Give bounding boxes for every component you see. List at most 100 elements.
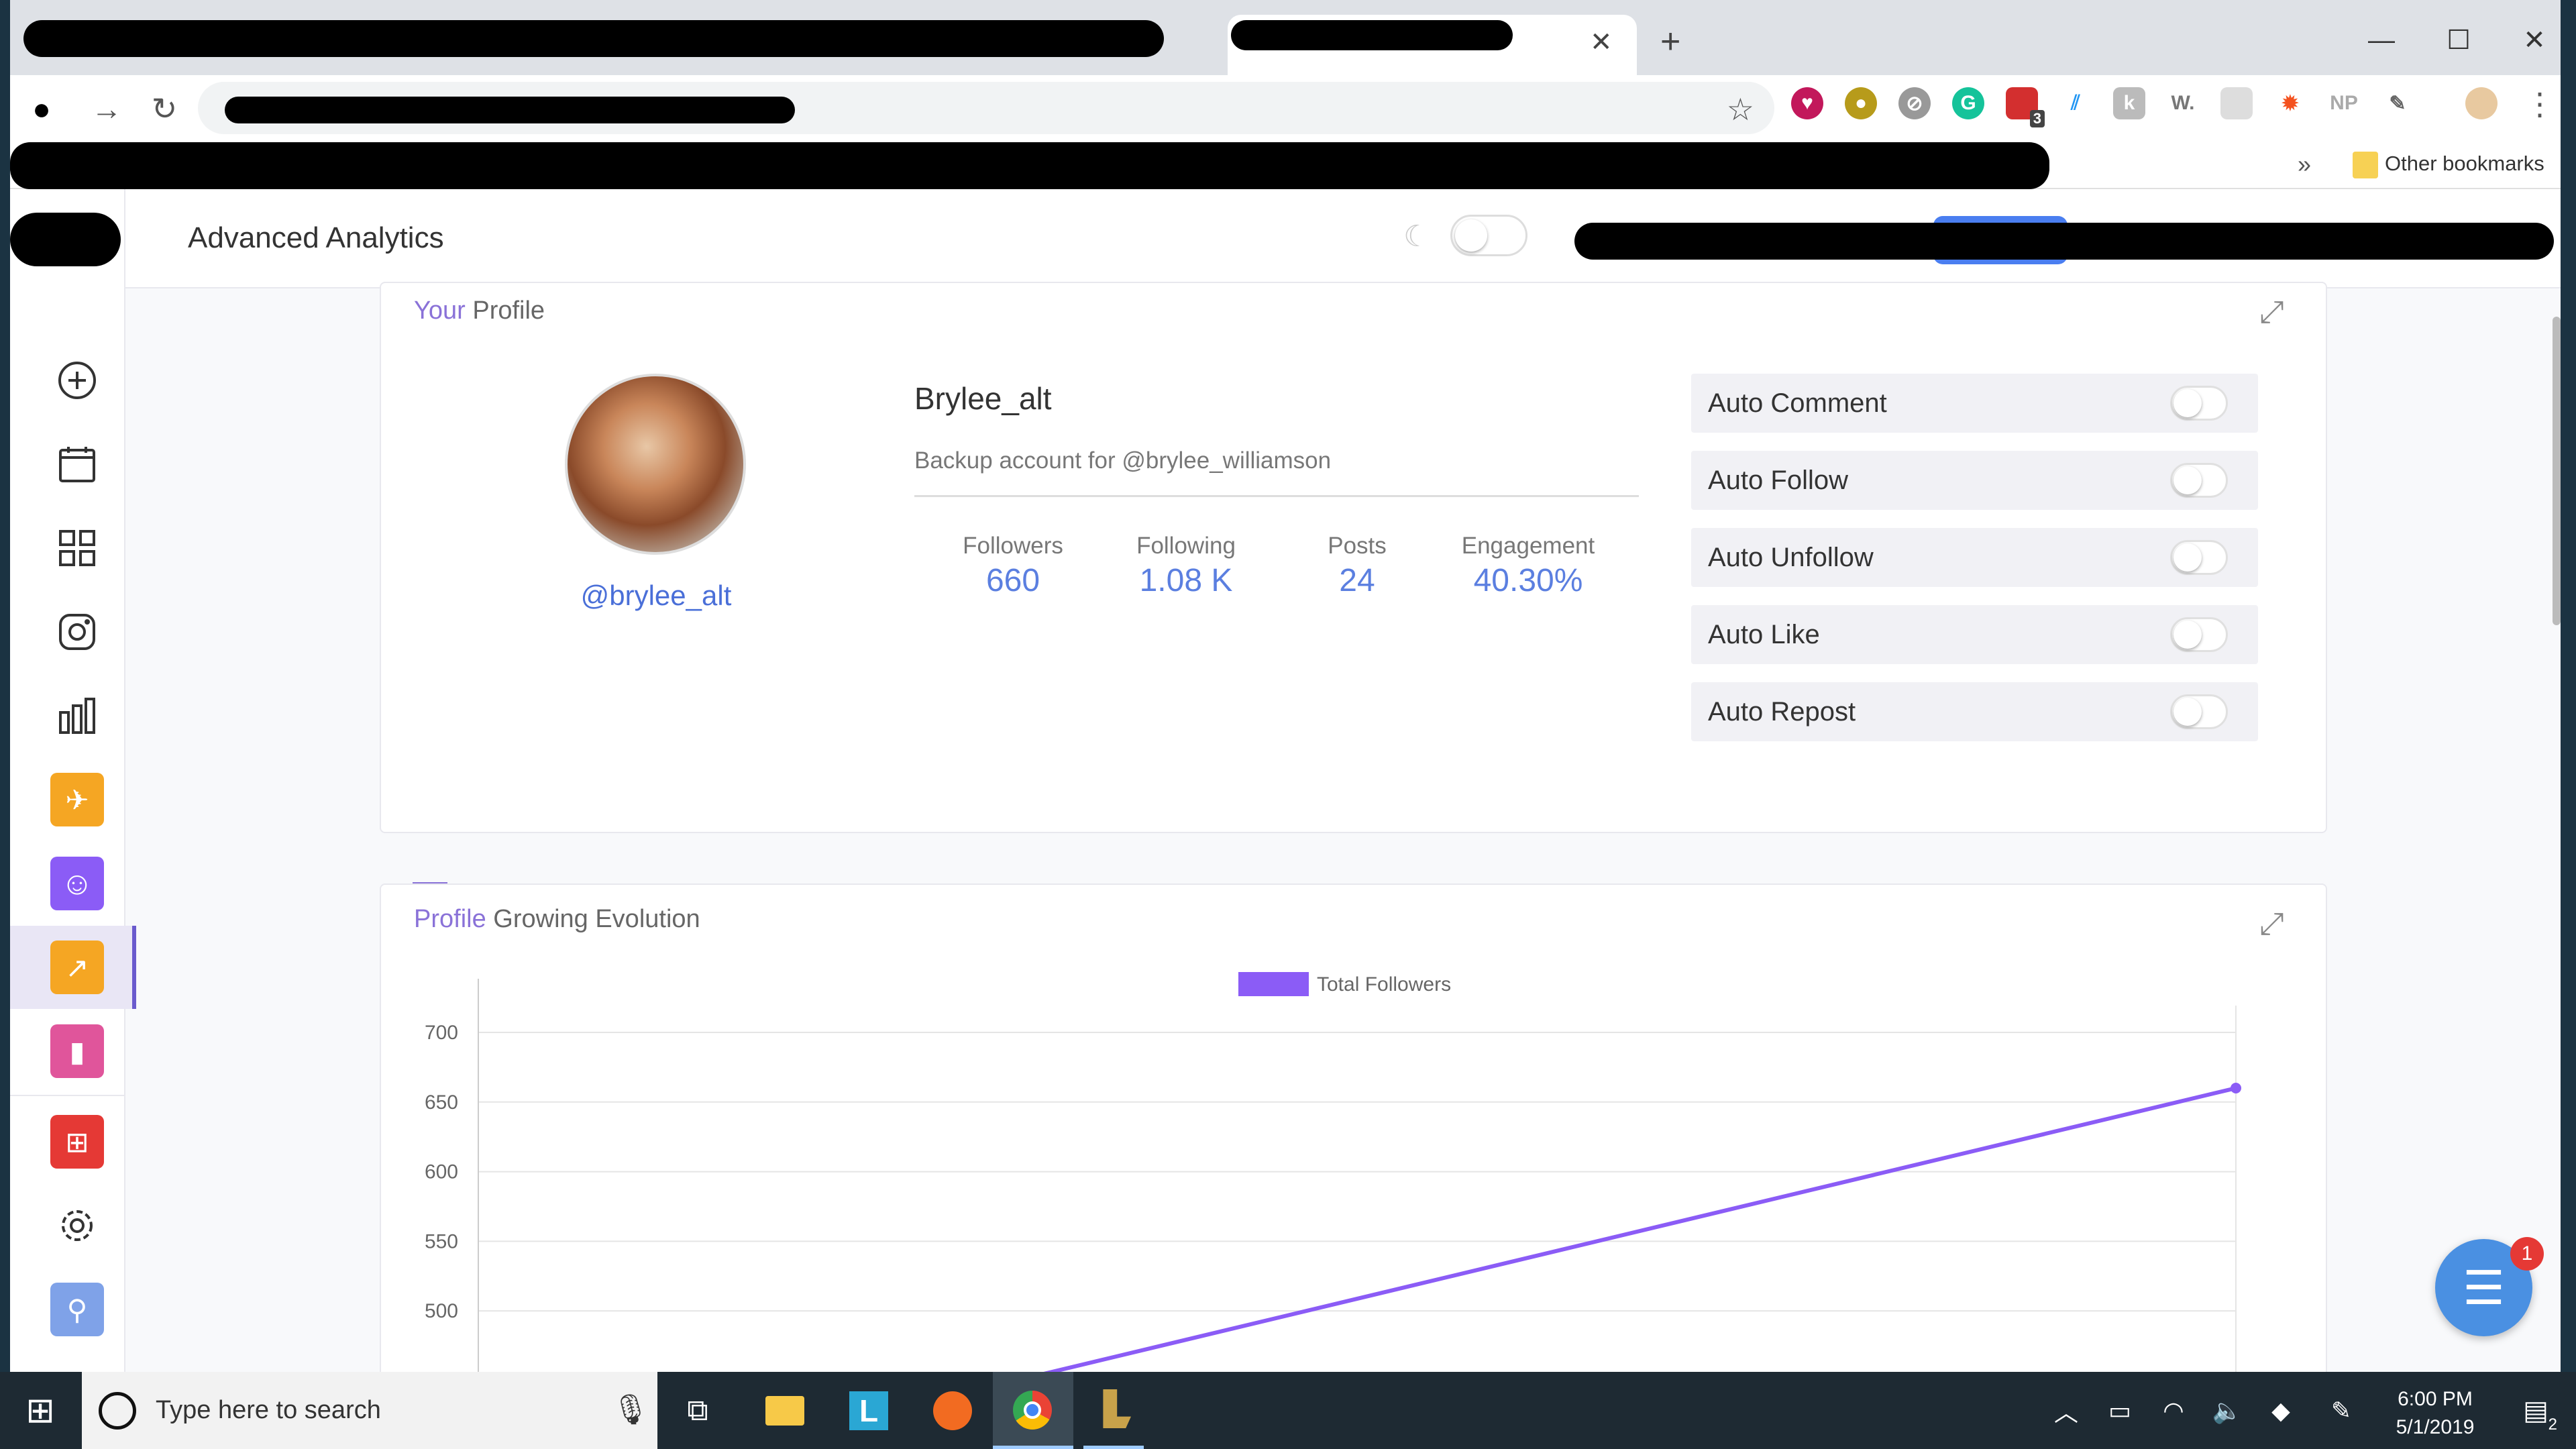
profile-avatar-icon[interactable] bbox=[2465, 87, 2498, 119]
expand-icon[interactable]: ⤢ bbox=[2259, 293, 2284, 331]
auto-unfollow-switch[interactable] bbox=[2170, 540, 2228, 575]
y-tick-label: 500 bbox=[425, 1300, 458, 1322]
stat-following: Following 1.08 K bbox=[1112, 533, 1260, 599]
expand-icon[interactable]: ⤢ bbox=[2259, 905, 2284, 943]
bookmarks-overflow-button[interactable]: » bbox=[2298, 150, 2311, 178]
toggle-auto-unfollow: Auto Unfollow bbox=[1691, 528, 2258, 587]
back-icon[interactable]: ● bbox=[20, 87, 63, 130]
shield-extension-icon[interactable]: ● bbox=[1845, 87, 1877, 119]
extension-badge: 3 bbox=[2029, 110, 2045, 127]
close-window-icon[interactable]: ✕ bbox=[2508, 13, 2561, 67]
settings-gear-icon[interactable] bbox=[50, 1199, 104, 1252]
clock-date: 5/1/2019 bbox=[2396, 1416, 2475, 1438]
windows-start-icon[interactable]: ⊞ bbox=[0, 1372, 80, 1449]
tab-close-icon[interactable]: ✕ bbox=[1590, 27, 1613, 58]
profile-bio: Backup account for @brylee_williamson bbox=[914, 447, 1332, 474]
sidebar: ✈ ☺ ↗ ▮ ⊞ ⚲ bbox=[10, 189, 136, 1372]
np-extension-icon[interactable]: NP bbox=[2328, 87, 2360, 119]
redaction bbox=[225, 97, 795, 123]
stats-icon[interactable]: ▮ bbox=[50, 1024, 104, 1078]
growth-card-title: Profile Growing Evolution bbox=[414, 905, 700, 934]
auto-like-switch[interactable] bbox=[2170, 617, 2228, 652]
chrome-menu-icon[interactable]: ⋮ bbox=[2524, 86, 2555, 122]
app-header: Advanced Analytics ☾ bbox=[125, 189, 2561, 288]
toggle-auto-repost: Auto Repost bbox=[1691, 682, 2258, 741]
calendar-extension-icon[interactable]: 3 bbox=[2006, 87, 2045, 127]
stat-value: 660 bbox=[985, 563, 1040, 598]
compass-extension-icon[interactable]: ⊘ bbox=[1898, 87, 1931, 119]
add-icon[interactable] bbox=[50, 354, 104, 407]
rocket-icon[interactable]: ✈ bbox=[50, 773, 104, 826]
w-extension-icon[interactable]: W. bbox=[2167, 87, 2199, 119]
bookmark-star-icon[interactable]: ☆ bbox=[1727, 91, 1754, 127]
dropbox-icon[interactable]: ◆ bbox=[2261, 1372, 2301, 1449]
search-user-icon[interactable]: ⚲ bbox=[50, 1283, 104, 1336]
microphone-icon[interactable]: 🎙 bbox=[612, 1392, 649, 1427]
title-rest: Profile bbox=[472, 297, 545, 325]
toggle-label: Auto Like bbox=[1708, 620, 1820, 649]
k-extension-icon[interactable]: k bbox=[2113, 87, 2145, 119]
tab-strip: ✕ + — ☐ ✕ bbox=[10, 0, 2561, 75]
legend-label: Total Followers bbox=[1317, 973, 1451, 996]
square-extension-icon[interactable] bbox=[2220, 87, 2253, 119]
y-tick-label: 550 bbox=[425, 1230, 458, 1252]
clock[interactable]: 6:00 PM 5/1/2019 bbox=[2375, 1385, 2496, 1442]
redaction bbox=[1231, 20, 1513, 50]
tray-chevron-icon[interactable]: ︿ bbox=[2046, 1372, 2086, 1449]
analytics-trend-icon[interactable]: ↗ bbox=[50, 941, 104, 994]
profile-card-title: Your Profile bbox=[414, 297, 545, 325]
forward-icon[interactable]: → bbox=[85, 87, 128, 130]
search-placeholder: Type here to search bbox=[156, 1396, 381, 1424]
taskbar-active-chrome[interactable] bbox=[993, 1372, 1073, 1449]
address-bar[interactable]: ☆ bbox=[198, 82, 1774, 134]
eyedropper-extension-icon[interactable]: ✎ bbox=[2381, 87, 2414, 119]
new-tab-button[interactable]: + bbox=[1660, 21, 1680, 62]
volume-icon[interactable]: 🔈 bbox=[2207, 1372, 2247, 1449]
stat-label: Following bbox=[1136, 533, 1236, 559]
orange-app-icon[interactable] bbox=[922, 1372, 983, 1449]
search-box[interactable]: Type here to search 🎙 bbox=[82, 1372, 657, 1449]
auto-follow-switch[interactable] bbox=[2170, 463, 2228, 498]
heart-extension-icon[interactable]: ♥ bbox=[1791, 87, 1823, 119]
pen-icon[interactable]: ✎ bbox=[2321, 1372, 2361, 1449]
task-view-icon[interactable]: ⧉ bbox=[671, 1372, 724, 1449]
automation-toggles: Auto Comment Auto Follow Auto Unfollow A… bbox=[1691, 374, 2258, 749]
feather-extension-icon[interactable]: ⫽ bbox=[2059, 87, 2092, 119]
file-explorer-icon[interactable] bbox=[755, 1372, 815, 1449]
reload-icon[interactable]: ↻ bbox=[143, 87, 186, 130]
grid-icon[interactable] bbox=[50, 521, 104, 575]
minimize-icon[interactable]: — bbox=[2355, 13, 2408, 67]
y-tick-label: 600 bbox=[425, 1161, 458, 1183]
instagram-icon[interactable] bbox=[50, 605, 104, 659]
gift-icon[interactable]: ⊞ bbox=[50, 1115, 104, 1169]
l-app-icon[interactable]: L bbox=[839, 1372, 899, 1449]
grammarly-icon[interactable]: G bbox=[1952, 87, 1984, 119]
profile-handle[interactable]: @brylee_alt bbox=[525, 580, 787, 612]
notification-center-icon[interactable]: ▤ 2 bbox=[2509, 1372, 2563, 1449]
bar-chart-icon[interactable] bbox=[50, 689, 104, 743]
stat-value: 24 bbox=[1339, 563, 1375, 598]
auto-comment-switch[interactable] bbox=[2170, 386, 2228, 421]
toggle-auto-like: Auto Like bbox=[1691, 605, 2258, 664]
title-accent: Profile bbox=[414, 905, 486, 933]
maximize-icon[interactable]: ☐ bbox=[2432, 13, 2485, 67]
chat-badge: 1 bbox=[2510, 1237, 2544, 1271]
other-bookmarks-link[interactable]: Other bookmarks bbox=[2385, 152, 2544, 176]
moon-icon: ☾ bbox=[1403, 220, 1430, 253]
notification-count: 2 bbox=[2548, 1415, 2557, 1434]
calendar-icon[interactable] bbox=[50, 437, 104, 491]
windows-taskbar: ⊞ Type here to search 🎙 ⧉ L ︿ ▭ ◠ 🔈 ◆ ✎ … bbox=[0, 1372, 2576, 1449]
smiley-icon[interactable]: ☺ bbox=[50, 857, 104, 910]
clock-time: 6:00 PM bbox=[2398, 1388, 2473, 1410]
battery-icon[interactable]: ▭ bbox=[2100, 1372, 2140, 1449]
wifi-icon[interactable]: ◠ bbox=[2153, 1372, 2194, 1449]
profile-username: Brylee_alt bbox=[914, 381, 1052, 416]
profile-divider bbox=[914, 495, 1639, 497]
browser-window: ✕ + — ☐ ✕ ● → ↻ ☆ ♥ ● ⊘ G 3 ⫽ k W. ✹ NP … bbox=[10, 0, 2561, 1372]
fox-extension-icon[interactable]: ✹ bbox=[2274, 87, 2306, 119]
dark-mode-toggle[interactable] bbox=[1450, 215, 1527, 256]
auto-repost-switch[interactable] bbox=[2170, 694, 2228, 729]
scrollbar-thumb[interactable] bbox=[2553, 317, 2561, 625]
league-icon[interactable] bbox=[1083, 1372, 1144, 1449]
stat-value: 1.08 K bbox=[1139, 563, 1233, 598]
